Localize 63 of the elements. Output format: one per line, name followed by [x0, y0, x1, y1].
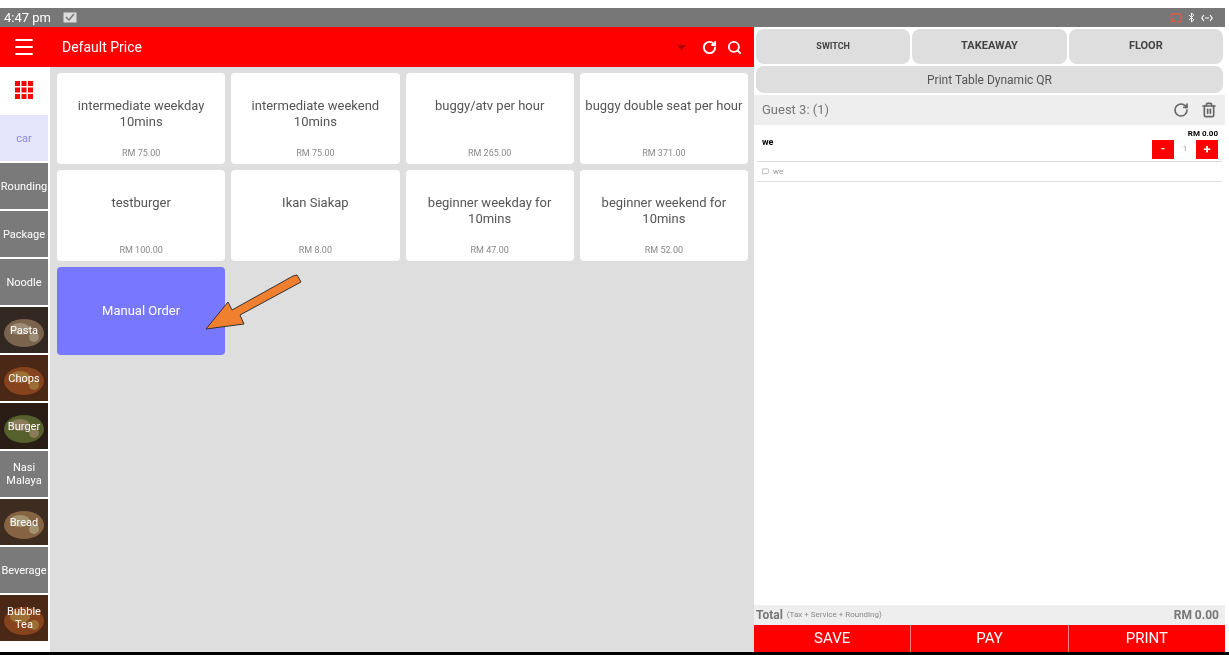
action-button[interactable]: PAY — [910, 625, 1068, 652]
product-price: RM 75.00 — [296, 146, 335, 160]
category-tab[interactable]: Noodle — [0, 259, 48, 305]
checkbox-icon — [63, 11, 77, 24]
product-name: testburger — [111, 195, 171, 211]
product-price: RM 265.00 — [467, 146, 512, 160]
product-card[interactable]: beginner weekday for 10mins RM 47.00 — [405, 170, 574, 261]
bluetooth-icon — [1186, 12, 1197, 23]
category-tab[interactable]: Bread — [0, 499, 48, 545]
category-tab[interactable]: Bubble Tea — [0, 595, 48, 641]
increase-button[interactable]: + — [1196, 139, 1218, 159]
product-name: beginner weekday for 10mins — [426, 195, 553, 227]
category-tab[interactable]: car — [0, 115, 48, 161]
top-button[interactable]: FLOOR — [1068, 29, 1223, 64]
product-card[interactable]: buggy double seat per hour RM 371.00 — [579, 73, 748, 164]
action-button[interactable]: SAVE — [754, 625, 911, 652]
product-card[interactable]: beginner weekend for 10mins RM 52.00 — [579, 170, 748, 261]
product-price: RM 100.00 — [119, 243, 163, 257]
product-name: buggy/atv per hour — [434, 98, 545, 114]
decrease-button[interactable]: - — [1152, 139, 1174, 159]
product-price: RM 47.00 — [470, 243, 509, 257]
status-time: 4:47 pm — [4, 8, 51, 27]
delete-icon[interactable] — [1201, 102, 1217, 118]
grid-icon[interactable] — [15, 81, 33, 99]
product-name: buggy double seat per hour — [585, 98, 743, 114]
refresh-icon[interactable] — [1173, 102, 1189, 118]
order-item-note: we — [773, 165, 784, 178]
product-name: beginner weekend for 10mins — [600, 195, 728, 227]
product-card[interactable]: intermediate weekend 10mins RM 75.00 — [231, 73, 400, 164]
header-title: Default Price — [62, 37, 142, 57]
order-item-price: RM 0.00 — [1187, 127, 1218, 140]
product-card[interactable]: intermediate weekday 10mins RM 75.00 — [57, 73, 226, 164]
category-tab[interactable]: Pasta — [0, 307, 48, 353]
product-card[interactable]: Ikan Siakap RM 8.00 — [231, 170, 400, 261]
category-tab[interactable]: Package — [0, 211, 48, 257]
product-name: intermediate weekday 10mins — [76, 98, 206, 130]
category-tab[interactable]: Nasi Malaya — [0, 451, 48, 497]
print-qr-button[interactable]: Print Table Dynamic QR — [756, 66, 1223, 93]
category-tab[interactable]: Beverage — [0, 547, 48, 593]
total-amount: RM 0.00 — [1173, 607, 1219, 624]
product-name: intermediate weekend 10mins — [250, 98, 381, 130]
cast-icon — [1170, 11, 1182, 24]
action-button[interactable]: PRINT — [1067, 625, 1225, 652]
category-tab[interactable]: Rounding — [0, 163, 48, 209]
total-label: Total — [756, 607, 783, 624]
search-icon[interactable] — [727, 39, 742, 55]
product-name: Ikan Siakap — [282, 195, 349, 211]
top-button[interactable]: SWITCH — [756, 29, 911, 64]
note-icon — [762, 168, 769, 175]
product-price: RM 8.00 — [298, 243, 332, 257]
total-note: (Tax + Service + Rounding) — [786, 609, 882, 621]
category-tab[interactable]: Chops — [0, 355, 48, 401]
product-card[interactable]: Manual Order — [57, 267, 226, 355]
product-price: RM 52.00 — [644, 243, 683, 257]
order-item-name: we — [762, 136, 774, 150]
product-card[interactable]: testburger RM 100.00 — [57, 170, 226, 261]
product-card[interactable]: buggy/atv per hour RM 265.00 — [405, 73, 574, 164]
top-button[interactable]: TAKEAWAY — [912, 29, 1067, 64]
product-price: RM 75.00 — [122, 146, 161, 160]
guest-label: Guest 3: (1) — [762, 101, 830, 120]
data-sync-icon — [1201, 13, 1213, 22]
category-tab[interactable]: Burger — [0, 403, 48, 449]
product-price: RM 371.00 — [642, 146, 686, 160]
